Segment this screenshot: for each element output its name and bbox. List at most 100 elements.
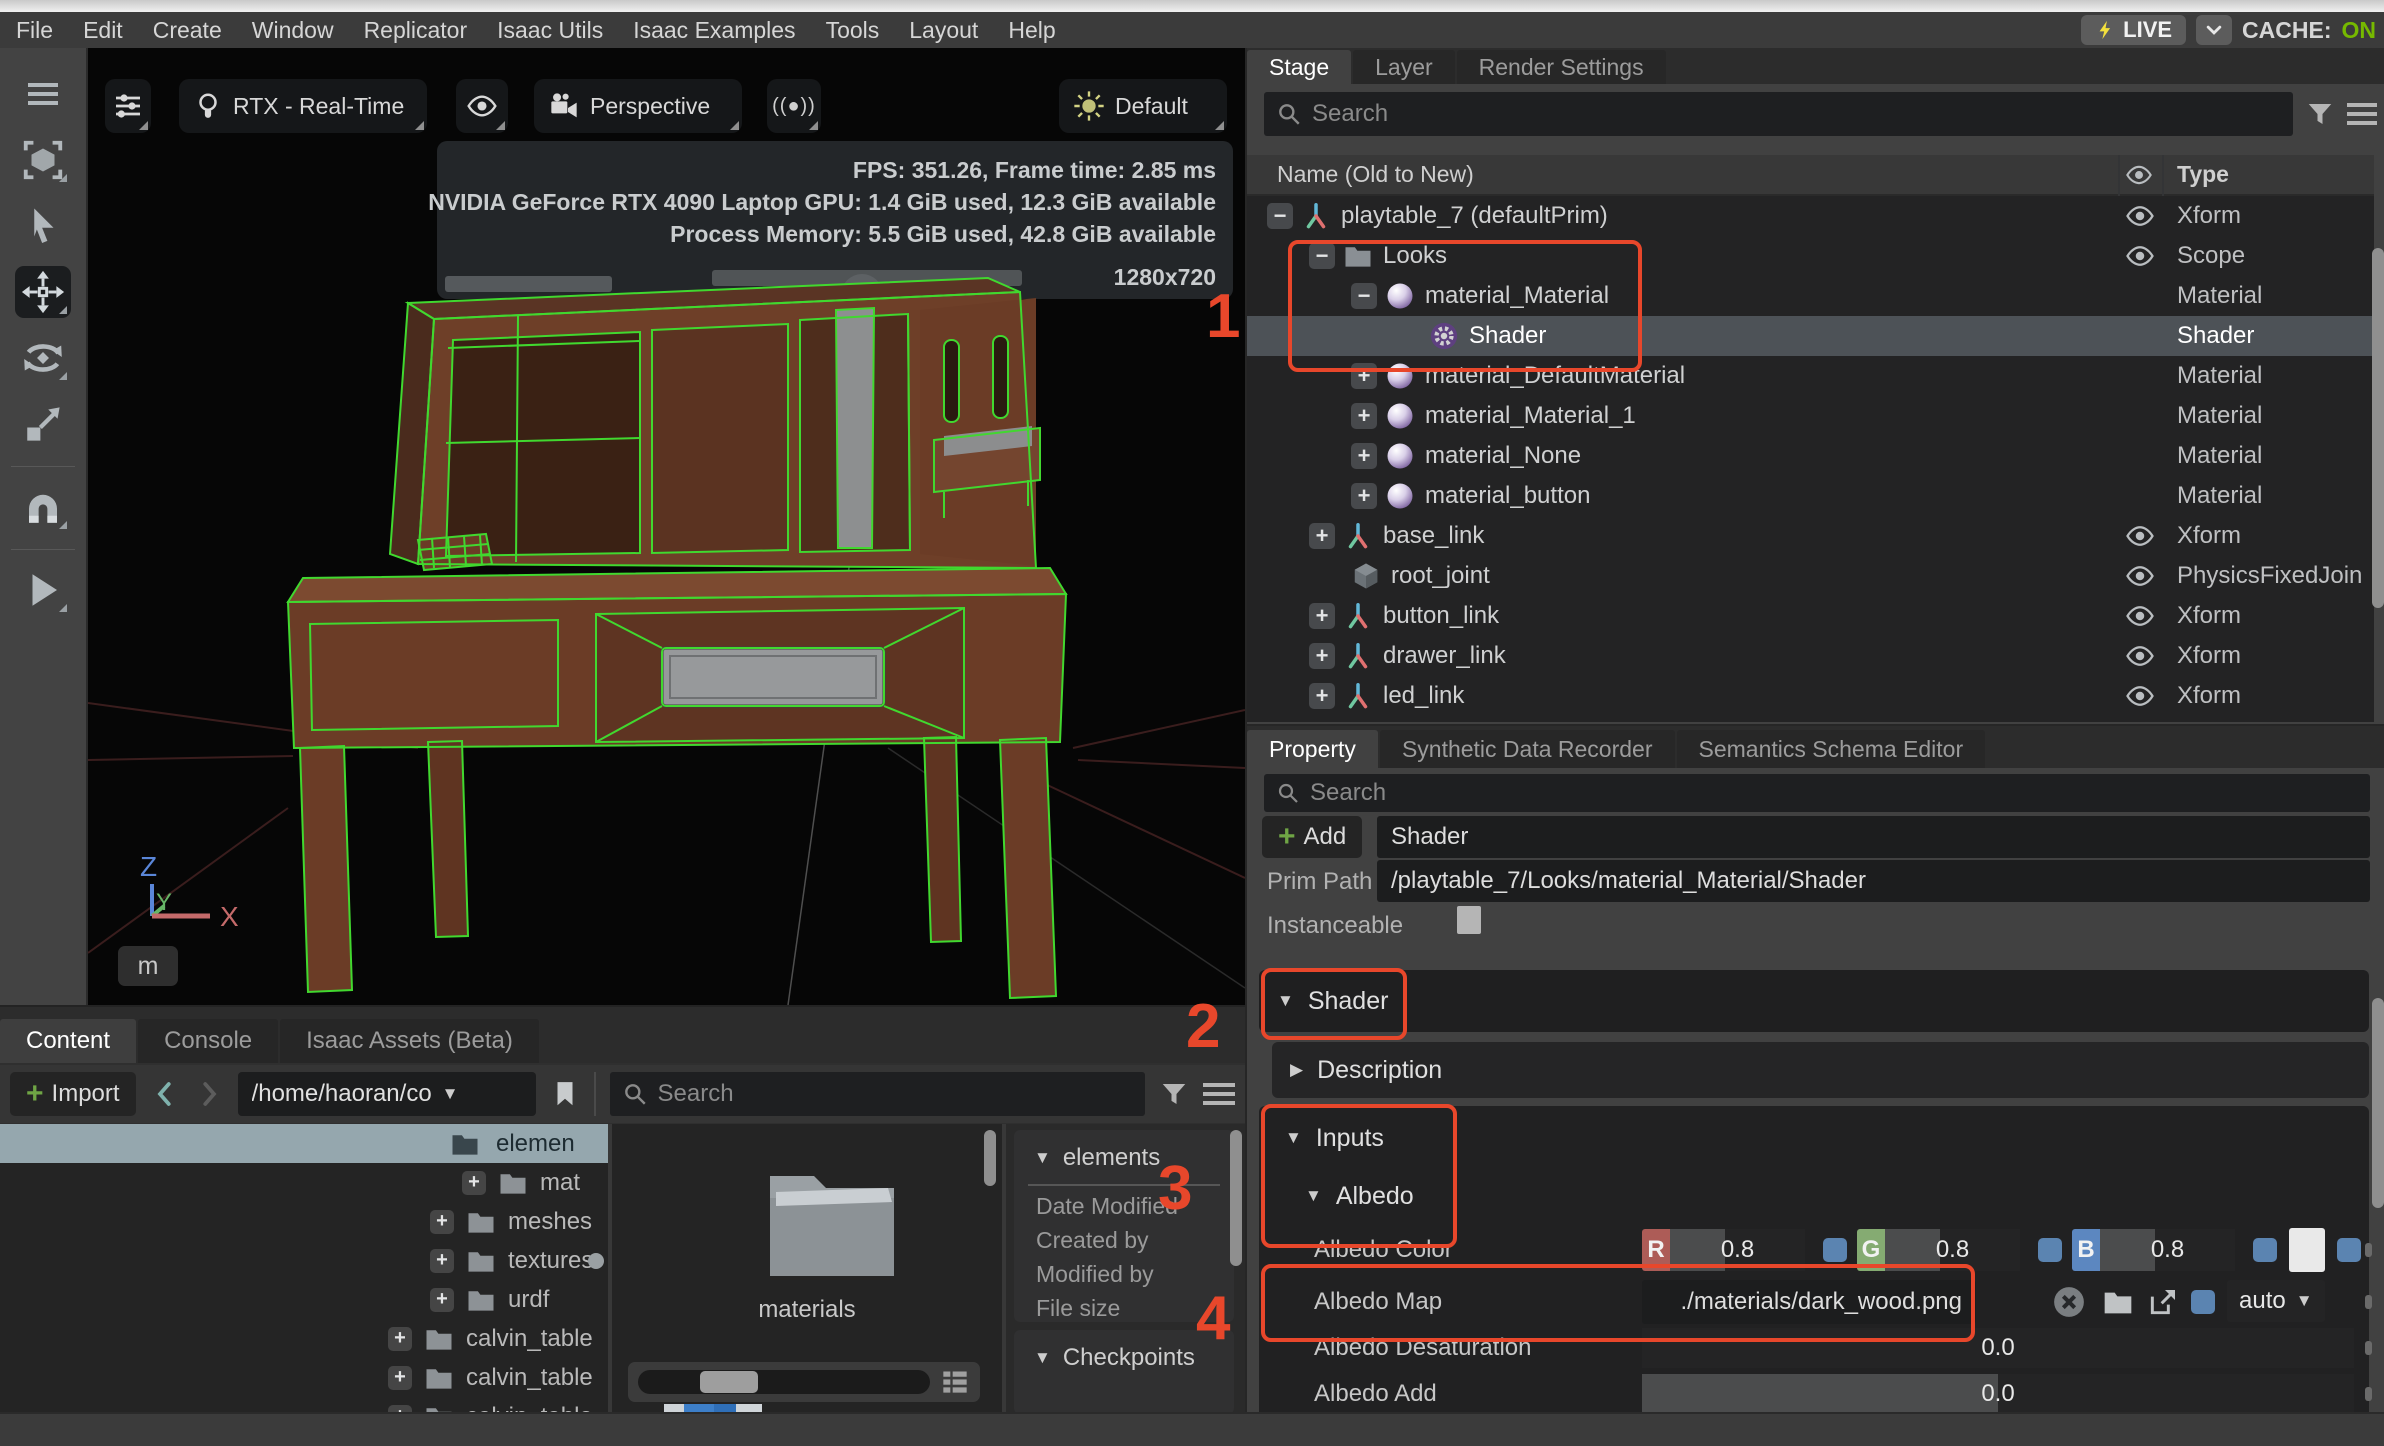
menu-edit[interactable]: Edit: [83, 17, 123, 44]
property-menu-dot[interactable]: [2365, 1341, 2372, 1355]
folder-row-meshes[interactable]: + meshes: [0, 1202, 608, 1241]
description-section-header[interactable]: ▶ Description: [1272, 1042, 2369, 1098]
tab-synthetic-data-recorder[interactable]: Synthetic Data Recorder: [1380, 730, 1675, 768]
metadata-scrollbar[interactable]: [1230, 1130, 1242, 1266]
tab-content[interactable]: Content: [0, 1019, 136, 1063]
renderer-button[interactable]: RTX - Real-Time: [179, 79, 427, 133]
property-scrollbar[interactable]: [2372, 998, 2384, 1208]
property-menu-dot[interactable]: [2365, 1387, 2372, 1401]
color-preview-swatch[interactable]: [2289, 1228, 2325, 1272]
stage-row-material-button[interactable]: + material_button Material: [1247, 476, 2374, 516]
tab-console[interactable]: Console: [138, 1019, 278, 1063]
forward-button[interactable]: [194, 1079, 224, 1109]
visibility-eye-icon[interactable]: [2125, 521, 2155, 551]
viewport-settings-button[interactable]: [105, 79, 151, 133]
visibility-eye-icon[interactable]: [2125, 561, 2155, 591]
expand-plus[interactable]: +: [462, 1171, 486, 1195]
tab-isaac-assets[interactable]: Isaac Assets (Beta): [280, 1019, 539, 1063]
stage-row-button-link[interactable]: + button_link Xform: [1247, 596, 2374, 636]
blue-link-button[interactable]: [2253, 1238, 2277, 1262]
stage-row-base-link[interactable]: + base_link Xform: [1247, 516, 2374, 556]
visibility-eye-icon[interactable]: [2125, 641, 2155, 671]
menu-create[interactable]: Create: [153, 17, 222, 44]
colorspace-dropdown[interactable]: auto ▼: [2227, 1280, 2325, 1322]
path-field[interactable]: /home/haoran/co ▼: [238, 1072, 536, 1116]
import-button[interactable]: + Import: [10, 1072, 136, 1116]
stage-scrollbar[interactable]: [2372, 248, 2384, 608]
property-menu-dot[interactable]: [2365, 1295, 2372, 1309]
browse-folder-icon[interactable]: [2102, 1286, 2134, 1318]
move-tool[interactable]: [15, 266, 71, 318]
column-name[interactable]: Name (Old to New): [1277, 161, 1474, 188]
blue-channel-field[interactable]: 0.8: [2100, 1229, 2235, 1271]
live-button[interactable]: LIVE: [2081, 15, 2186, 45]
visibility-eye-icon[interactable]: [2125, 201, 2155, 231]
stage-row-drawer-link[interactable]: + drawer_link Xform: [1247, 636, 2374, 676]
live-dropdown-button[interactable]: [2196, 15, 2232, 45]
tab-render-settings[interactable]: Render Settings: [1457, 50, 1666, 84]
column-type[interactable]: Type: [2177, 161, 2229, 188]
menu-isaac-utils[interactable]: Isaac Utils: [497, 17, 603, 44]
grid-view-icon[interactable]: [940, 1368, 970, 1396]
stage-row-led-link[interactable]: + led_link Xform: [1247, 676, 2374, 716]
back-button[interactable]: [150, 1079, 180, 1109]
expand-plus[interactable]: +: [430, 1249, 454, 1273]
content-search-input[interactable]: Search: [610, 1072, 1145, 1116]
menu-replicator[interactable]: Replicator: [364, 17, 468, 44]
expand-plus[interactable]: +: [388, 1366, 412, 1390]
stage-filter-button[interactable]: [2305, 99, 2335, 129]
materials-folder-icon[interactable]: [752, 1158, 912, 1288]
stage-row-root-joint[interactable]: root_joint PhysicsFixedJoin: [1247, 556, 2374, 596]
play-button[interactable]: [15, 564, 71, 616]
prim-path-field[interactable]: /playtable_7/Looks/material_Material/Sha…: [1377, 860, 2370, 902]
property-menu-dot[interactable]: [2365, 1243, 2372, 1257]
instanceable-checkbox[interactable]: [1457, 906, 1481, 934]
audio-button[interactable]: [767, 79, 821, 133]
prim-name-field[interactable]: Shader: [1377, 816, 2370, 858]
elements-meta-header[interactable]: ▼ elements: [1014, 1130, 1234, 1172]
unit-button[interactable]: m: [118, 946, 178, 986]
collapse-expander[interactable]: +: [1351, 403, 1377, 429]
tab-semantics-schema-editor[interactable]: Semantics Schema Editor: [1677, 730, 1986, 768]
open-external-icon[interactable]: [2147, 1286, 2179, 1318]
folder-row-urdf[interactable]: + urdf: [0, 1280, 608, 1319]
file-grid-scrollbar[interactable]: [984, 1130, 996, 1186]
file-item-label[interactable]: materials: [612, 1296, 1002, 1324]
menu-layout[interactable]: Layout: [909, 17, 978, 44]
stage-options-button[interactable]: [2347, 103, 2377, 125]
folder-row-textures[interactable]: + textures: [0, 1241, 608, 1280]
expand-plus[interactable]: +: [430, 1288, 454, 1312]
visibility-eye-icon[interactable]: [2125, 601, 2155, 631]
add-property-button[interactable]: + Add: [1262, 816, 1362, 858]
menu-isaac-examples[interactable]: Isaac Examples: [633, 17, 795, 44]
tab-property[interactable]: Property: [1247, 730, 1378, 768]
bookmark-icon[interactable]: [550, 1079, 580, 1109]
tab-layer[interactable]: Layer: [1353, 50, 1455, 84]
collapse-expander[interactable]: +: [1351, 483, 1377, 509]
select-tool[interactable]: [15, 200, 71, 252]
slider-track[interactable]: [638, 1370, 930, 1394]
menu-window[interactable]: Window: [252, 17, 334, 44]
clear-map-icon[interactable]: [2052, 1285, 2086, 1319]
content-options-button[interactable]: [1203, 1083, 1235, 1105]
collapse-expander[interactable]: +: [1309, 603, 1335, 629]
map-link-button[interactable]: [2191, 1290, 2215, 1314]
select-mode-tool[interactable]: [15, 134, 71, 186]
viewport-3d[interactable]: FPS: 351.26, Frame time: 2.85 ms NVIDIA …: [88, 48, 1245, 1005]
menu-file[interactable]: File: [16, 17, 53, 44]
shader-section-header[interactable]: ▼ Shader: [1259, 970, 2369, 1032]
playtable-model[interactable]: [288, 278, 1066, 998]
toolbar-menu-handle[interactable]: [15, 68, 71, 120]
menu-help[interactable]: Help: [1008, 17, 1055, 44]
collapse-expander[interactable]: +: [1309, 683, 1335, 709]
collapse-expander[interactable]: +: [1351, 443, 1377, 469]
collapse-expander[interactable]: +: [1309, 523, 1335, 549]
visibility-button[interactable]: [456, 79, 508, 133]
scale-tool[interactable]: [15, 398, 71, 450]
content-filter-button[interactable]: [1159, 1079, 1189, 1109]
collapse-expander[interactable]: +: [1309, 643, 1335, 669]
red-link-button[interactable]: [1823, 1238, 1847, 1262]
snap-tool[interactable]: [15, 481, 71, 533]
rotate-tool[interactable]: [15, 332, 71, 384]
menu-tools[interactable]: Tools: [826, 17, 880, 44]
